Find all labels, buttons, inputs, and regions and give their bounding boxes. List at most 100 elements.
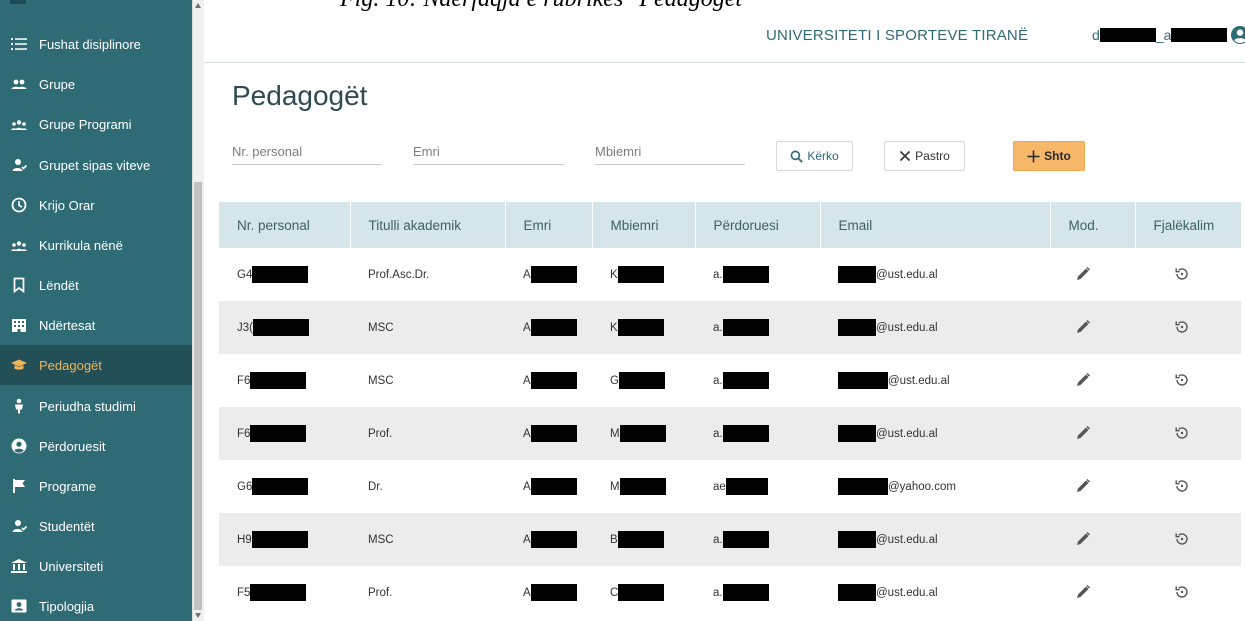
university-icon: [10, 557, 28, 575]
sidebar-item[interactable]: Universiteti: [0, 546, 192, 586]
nr-personal-input[interactable]: [232, 144, 382, 159]
redaction-bar: [617, 266, 664, 283]
sidebar-item[interactable]: Studentët: [0, 506, 192, 546]
sidebar-scrollbar[interactable]: [192, 0, 204, 621]
mbiemri-field[interactable]: [595, 144, 745, 165]
mbiemri-input[interactable]: [595, 144, 745, 159]
redaction-bar: [619, 478, 666, 495]
sidebar-item[interactable]: Përdoruesit: [0, 426, 192, 466]
sidebar-item[interactable]: Programe: [0, 466, 192, 506]
edit-pencil-icon[interactable]: [1074, 583, 1092, 601]
cell-text: MSC: [368, 533, 394, 546]
table-cell: a.: [695, 301, 820, 354]
column-header[interactable]: Mbiemri: [592, 202, 696, 248]
edit-pencil-icon[interactable]: [1074, 530, 1092, 548]
sidebar-item[interactable]: Pedagogët: [0, 345, 192, 385]
redaction-bar: [722, 266, 769, 283]
sidebar-item-label: Grupe Programi: [39, 116, 132, 132]
sidebar-item[interactable]: Grupe Programi: [0, 104, 192, 144]
password-reset-icon[interactable]: [1173, 265, 1191, 283]
table-row[interactable]: J3(MSC A Ka. @ust.edu.al: [219, 301, 1241, 354]
password-reset-icon[interactable]: [1173, 424, 1191, 442]
cell-text: Prof.: [368, 586, 393, 599]
redaction-bar: [530, 531, 577, 548]
cell-text: Dr.: [368, 480, 383, 493]
cell-text: G6: [237, 480, 253, 493]
sidebar-item[interactable]: Lëndët: [0, 265, 192, 305]
column-header[interactable]: Nr. personal: [219, 202, 351, 248]
column-header[interactable]: Mod.: [1050, 202, 1136, 248]
edit-pencil-icon[interactable]: [1074, 265, 1092, 283]
user-menu[interactable]: d _a: [1092, 27, 1228, 43]
table-cell: MSC: [350, 354, 505, 407]
page-title: Pedagogët: [232, 80, 368, 111]
pedagoget-table: Nr. personal Titulli akademik Emri Mbiem…: [219, 202, 1242, 619]
table-row[interactable]: G6 Dr. A Mae @yahoo.com: [219, 460, 1241, 513]
cell-text: a.: [713, 427, 723, 440]
column-header[interactable]: Titulli akademik: [350, 202, 506, 248]
person-icon: [10, 397, 28, 415]
plus-icon: [1027, 150, 1040, 162]
cell-text: a.: [713, 586, 723, 599]
cell-text: A: [523, 480, 531, 493]
sidebar-item[interactable]: Krijo Orar: [0, 185, 192, 225]
sidebar-item[interactable]: Ndërtesat: [0, 305, 192, 345]
table-cell: a.: [695, 566, 820, 619]
edit-pencil-icon[interactable]: [1074, 424, 1092, 442]
user-circle-icon[interactable]: [1230, 25, 1245, 45]
redaction-bar: [722, 531, 769, 548]
redaction-bar: [250, 372, 307, 389]
group-program-icon: [10, 236, 28, 254]
list-icon: [10, 35, 28, 53]
column-header[interactable]: Fjalëkalim: [1135, 202, 1242, 248]
emri-field[interactable]: [413, 144, 564, 165]
table-cell: A: [505, 566, 592, 619]
column-header[interactable]: Përdoruesi: [695, 202, 821, 248]
table-cell: Dr.: [350, 460, 505, 513]
redaction-bar: [838, 584, 876, 601]
sidebar-item[interactable]: Grupet sipas viteve: [0, 145, 192, 185]
table-row[interactable]: F6 MSC A Ga. @ust.edu.al: [219, 354, 1241, 407]
table-cell: F5: [219, 566, 350, 619]
column-header[interactable]: Email: [820, 202, 1051, 248]
search-button[interactable]: Kërko: [776, 141, 853, 171]
search-icon: [790, 150, 804, 163]
password-reset-icon[interactable]: [1173, 477, 1191, 495]
redaction-bar: [250, 584, 307, 601]
password-reset-icon[interactable]: [1173, 371, 1191, 389]
group-icon: [10, 75, 28, 93]
edit-pencil-icon[interactable]: [1074, 318, 1092, 336]
user-circle-icon: [10, 437, 28, 455]
scroll-up-arrow-icon[interactable]: [195, 3, 201, 8]
scrollbar-thumb[interactable]: [194, 182, 202, 610]
table-row[interactable]: G4 Prof.Asc.Dr. A Ka. @ust.edu.al: [219, 248, 1241, 301]
add-button[interactable]: Shto: [1013, 141, 1085, 171]
cell-text: ae: [713, 480, 726, 493]
add-button-label: Shto: [1044, 149, 1071, 163]
sidebar-item[interactable]: Grupe: [0, 64, 192, 104]
table-row[interactable]: F6 Prof. A Ma. @ust.edu.al: [219, 407, 1241, 460]
cell-text: K: [610, 321, 618, 334]
table-cell: @ust.edu.al: [820, 566, 1050, 619]
clear-button[interactable]: Pastro: [884, 141, 965, 171]
sidebar-item[interactable]: Periudha studimi: [0, 386, 192, 426]
cell-text: @ust.edu.al: [888, 374, 950, 387]
nr-personal-field[interactable]: [232, 144, 382, 165]
password-reset-icon[interactable]: [1173, 530, 1191, 548]
password-reset-icon[interactable]: [1173, 318, 1191, 336]
password-reset-icon[interactable]: [1173, 583, 1191, 601]
university-name: UNIVERSITETI I SPORTEVE TIRANË: [766, 27, 1029, 44]
sidebar-item[interactable]: Fushat disiplinore: [0, 24, 192, 64]
emri-input[interactable]: [413, 144, 564, 159]
column-header[interactable]: Emri: [505, 202, 593, 248]
scroll-down-arrow-icon[interactable]: [195, 613, 201, 618]
password-reset-cell: [1135, 513, 1241, 566]
edit-pencil-icon[interactable]: [1074, 371, 1092, 389]
edit-pencil-icon[interactable]: [1074, 477, 1092, 495]
table-row[interactable]: H9 MSC A Ba. @ust.edu.al: [219, 513, 1241, 566]
sidebar-item[interactable]: Kurrikula nënë: [0, 225, 192, 265]
table-cell: J3(: [219, 301, 350, 354]
table-row[interactable]: F5 Prof. A Ca. @ust.edu.al: [219, 566, 1241, 619]
sidebar-item-label: Pedagogët: [39, 357, 102, 373]
sidebar-item[interactable]: Tipologjia: [0, 586, 192, 621]
